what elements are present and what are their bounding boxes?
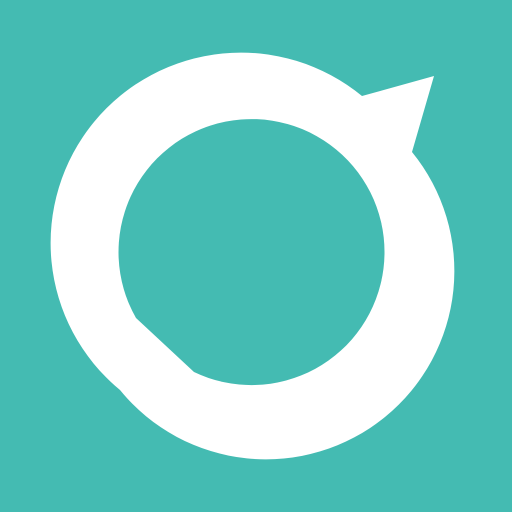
app-icon bbox=[0, 0, 512, 512]
chat-bubble-ring-logo-icon bbox=[0, 0, 512, 512]
